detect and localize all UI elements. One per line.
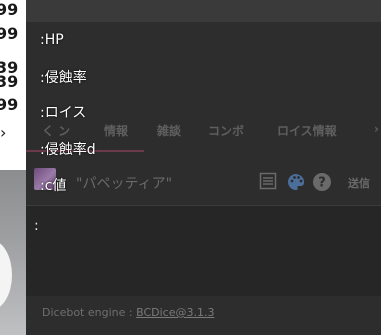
dicebot-label: Dicebot engine : bbox=[42, 306, 137, 319]
background-number: 39 bbox=[0, 72, 19, 91]
tab-chat[interactable]: 雑談 bbox=[157, 122, 181, 139]
background-number: 99 bbox=[0, 0, 19, 19]
list-icon[interactable] bbox=[259, 172, 277, 194]
autocomplete-item[interactable]: :侵蝕率d bbox=[40, 139, 96, 159]
background-number: 99 bbox=[0, 24, 19, 43]
dicebot-info: Dicebot engine : BCDice@3.1.3 bbox=[42, 306, 214, 319]
autocomplete-list: :HP :侵蝕率 :ロイス :侵蝕率d :c値 bbox=[26, 22, 146, 202]
background-chevron: › bbox=[0, 123, 7, 142]
help-icon[interactable]: ? bbox=[312, 172, 332, 196]
tab-scroll-right[interactable]: › bbox=[374, 122, 379, 136]
palette-icon[interactable] bbox=[286, 172, 306, 196]
panel-titlebar bbox=[26, 0, 381, 22]
tab-lois-info[interactable]: ロイス情報 bbox=[277, 122, 337, 139]
autocomplete-item[interactable]: :ロイス bbox=[40, 102, 86, 122]
chat-input[interactable]: : bbox=[26, 205, 381, 296]
dicebot-link[interactable]: BCDice@3.1.3 bbox=[136, 306, 214, 319]
autocomplete-item[interactable]: :HP bbox=[40, 32, 64, 48]
chat-input-value: : bbox=[34, 218, 39, 234]
autocomplete-item[interactable]: :c値 bbox=[40, 175, 66, 195]
send-button[interactable]: 送信 bbox=[348, 175, 370, 191]
svg-text:?: ? bbox=[318, 176, 326, 191]
panel-footer: Dicebot engine : BCDice@3.1.3 bbox=[26, 296, 381, 335]
background-page: 99 99 39 39 99 › bbox=[0, 0, 26, 335]
background-number: 99 bbox=[0, 95, 19, 114]
tab-combo[interactable]: コンボ bbox=[208, 122, 244, 139]
autocomplete-item[interactable]: :侵蝕率 bbox=[40, 67, 87, 87]
